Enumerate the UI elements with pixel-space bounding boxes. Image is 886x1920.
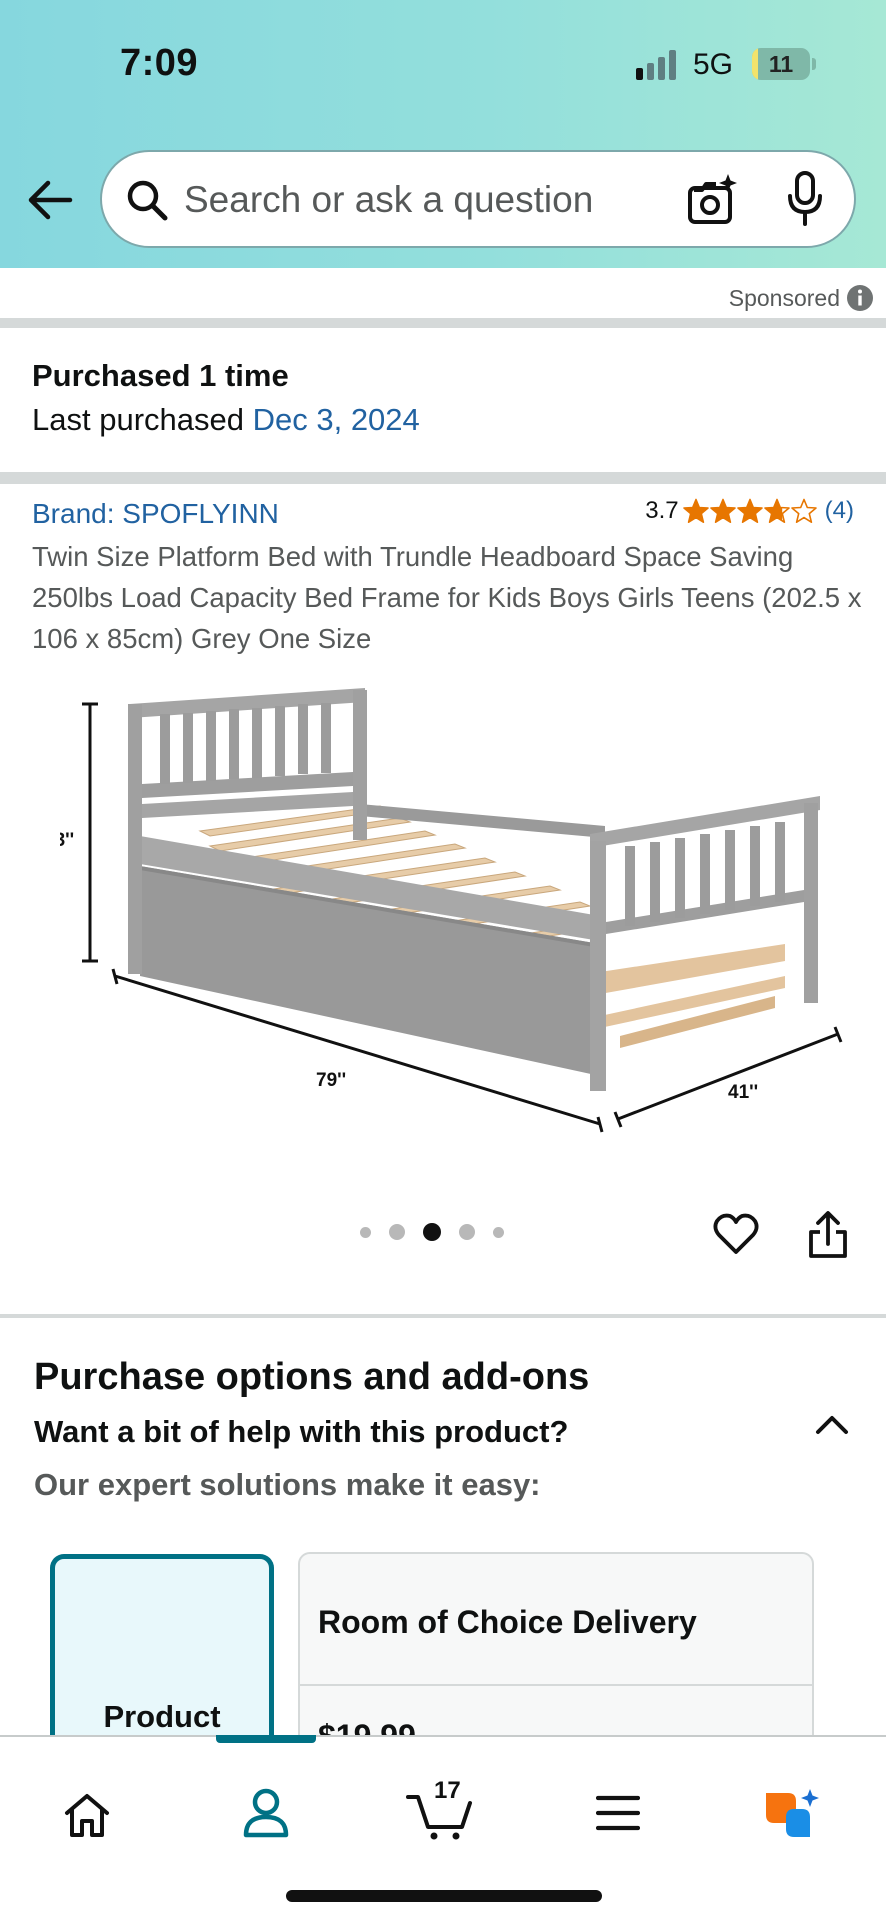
search-icon <box>127 180 168 221</box>
section-divider <box>0 318 886 328</box>
last-purchased: Last purchased Dec 3, 2024 <box>32 402 420 438</box>
carousel-dot[interactable] <box>360 1226 371 1238</box>
option-card-room-delivery[interactable]: Room of Choice Delivery $19.99 <box>298 1552 814 1754</box>
sponsored-label: Sponsored <box>728 284 840 311</box>
home-icon[interactable] <box>62 1791 112 1839</box>
star-icon <box>736 498 763 524</box>
info-icon[interactable] <box>846 284 874 312</box>
back-arrow-icon[interactable] <box>26 178 74 222</box>
trundle-slats <box>600 944 785 1048</box>
share-icon[interactable] <box>806 1210 850 1260</box>
rating-count-link[interactable]: (4) <box>825 497 854 525</box>
dimension-length-label: 79'' <box>316 1070 346 1091</box>
star-icon <box>763 498 790 524</box>
product-title[interactable]: Twin Size Platform Bed with Trundle Head… <box>32 536 862 659</box>
chevron-up-icon[interactable] <box>812 1410 852 1438</box>
cart-count-badge: 17 <box>434 1777 461 1804</box>
camera-lens-icon[interactable] <box>684 172 740 228</box>
menu-icon[interactable] <box>596 1793 640 1833</box>
rufus-assistant-icon[interactable] <box>760 1787 822 1843</box>
last-purchased-date-link[interactable]: Dec 3, 2024 <box>253 402 420 437</box>
product-image[interactable]: 33'' 79'' 41'' <box>60 676 850 1136</box>
search-bar[interactable] <box>100 150 856 248</box>
carousel-dot[interactable] <box>493 1226 504 1238</box>
account-icon[interactable] <box>242 1787 290 1839</box>
network-type: 5G <box>693 48 734 81</box>
section-divider <box>0 1314 886 1318</box>
cart-button[interactable]: 17 <box>406 1777 474 1841</box>
microphone-icon[interactable] <box>785 170 825 228</box>
rating-value: 3.7 <box>645 497 679 524</box>
rating-summary[interactable]: 3.7 (4) <box>645 497 854 525</box>
carousel-dot[interactable] <box>389 1224 405 1240</box>
image-carousel-dots[interactable] <box>360 1223 504 1241</box>
section-divider <box>0 472 886 484</box>
star-rating <box>682 498 817 524</box>
option-card-product[interactable]: Product <box>50 1554 274 1754</box>
star-icon <box>709 498 736 524</box>
last-purchased-label: Last purchased <box>32 402 244 437</box>
battery-icon: 11 <box>752 48 810 80</box>
status-time: 7:09 <box>120 42 199 84</box>
carousel-dot[interactable] <box>423 1223 441 1241</box>
option-card-room-title: Room of Choice Delivery <box>318 1604 697 1640</box>
brand-link[interactable]: Brand: SPOFLYINN <box>32 498 279 530</box>
heart-icon[interactable] <box>712 1212 760 1256</box>
star-icon <box>790 498 817 524</box>
carousel-dot[interactable] <box>459 1224 475 1240</box>
purchase-options-subtitle: Our expert solutions make it easy: <box>34 1467 541 1502</box>
sponsored-label-row[interactable]: Sponsored <box>729 284 874 312</box>
option-card-product-label: Product <box>103 1699 221 1734</box>
battery-nub <box>812 58 816 70</box>
purchase-options-question: Want a bit of help with this product? <box>34 1414 569 1449</box>
star-icon <box>682 498 709 524</box>
battery-percent: 11 <box>768 51 794 77</box>
search-input[interactable] <box>184 176 644 224</box>
app-header: 7:09 5G 11 <box>0 0 886 268</box>
dimension-width-label: 41'' <box>728 1082 758 1103</box>
option-card-separator <box>300 1684 812 1686</box>
dimension-height-label: 33'' <box>60 830 74 851</box>
signal-strength-icon <box>636 50 680 80</box>
purchase-options-title: Purchase options and add-ons <box>34 1356 590 1398</box>
purchased-count: Purchased 1 time <box>32 358 289 393</box>
active-tab-indicator <box>216 1735 316 1743</box>
purchase-history: Purchased 1 time Last purchased Dec 3, 2… <box>32 358 420 438</box>
home-indicator[interactable] <box>286 1890 602 1902</box>
